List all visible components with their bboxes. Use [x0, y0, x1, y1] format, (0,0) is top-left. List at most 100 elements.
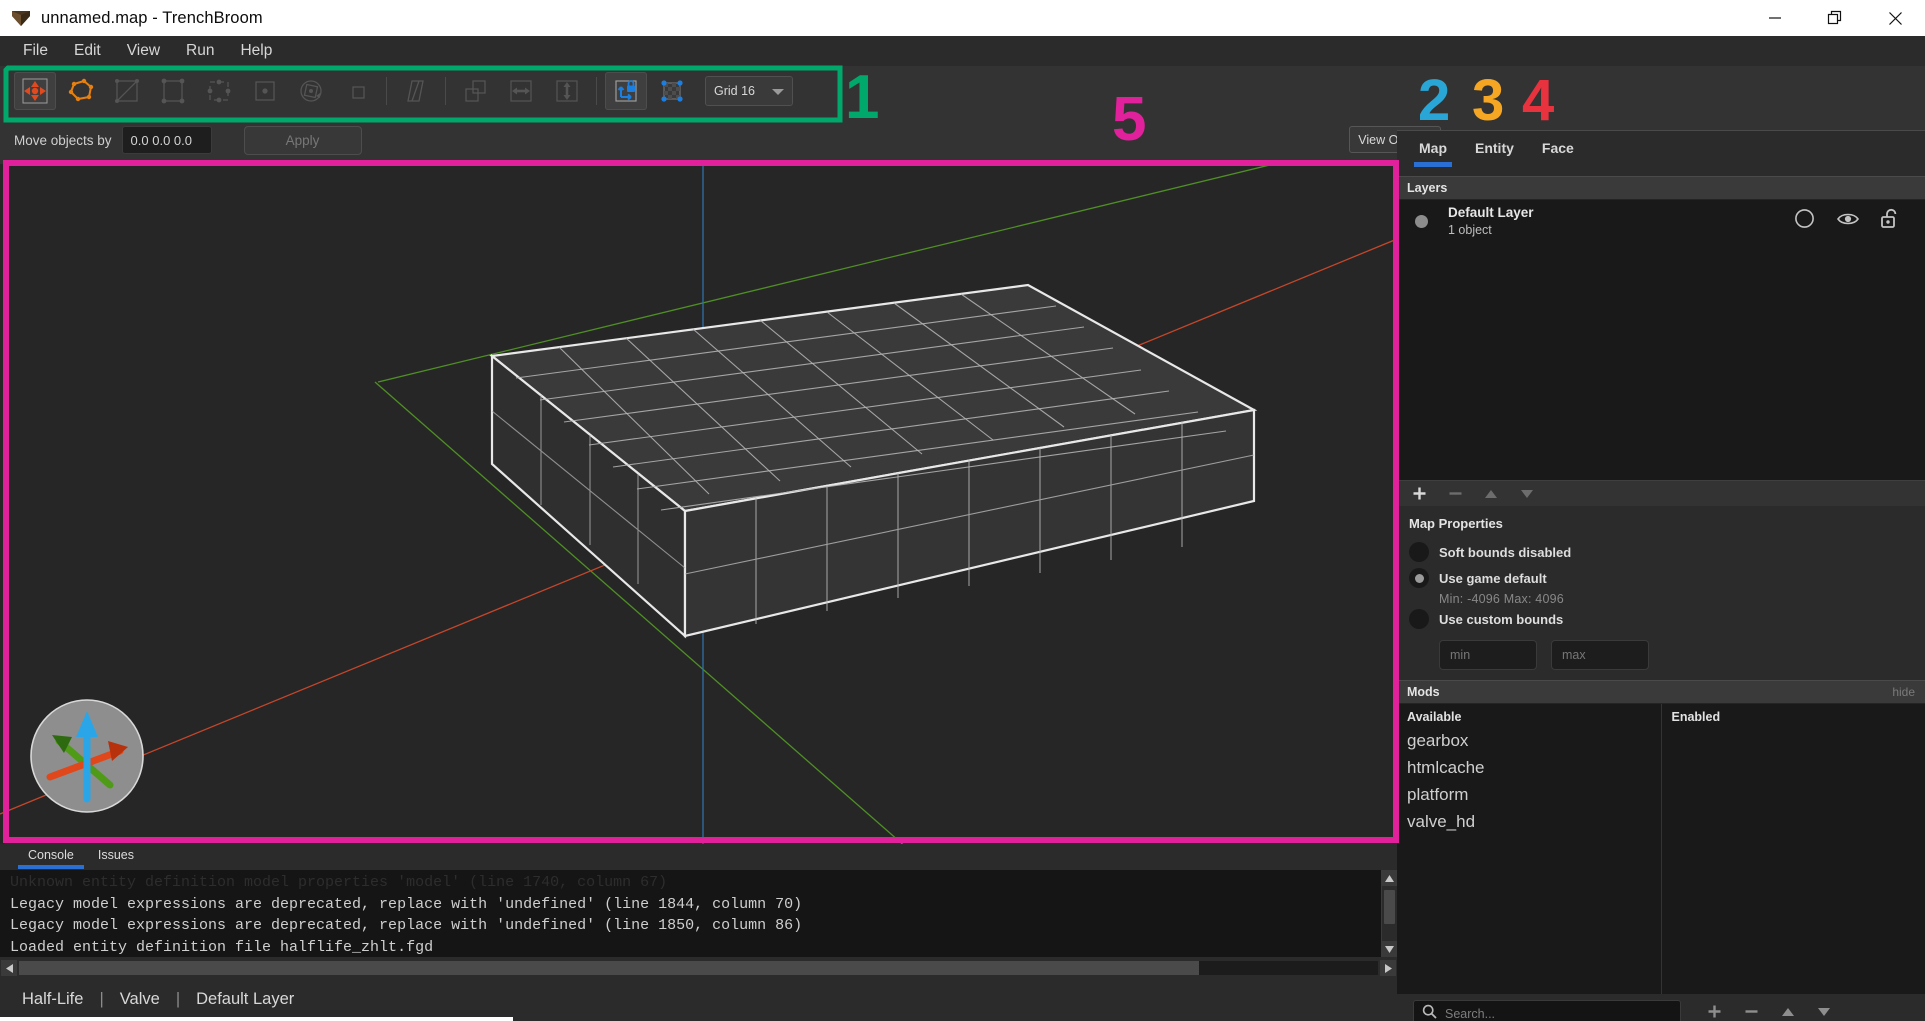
- status-layer: Default Layer: [196, 989, 295, 1008]
- move-objects-label: Move objects by: [14, 132, 112, 148]
- window-title: unnamed.map - TrenchBroom: [41, 8, 263, 27]
- flip-vertical-tool[interactable]: [546, 72, 588, 110]
- tab-entity-label: Entity: [1475, 140, 1514, 156]
- move-up-icon[interactable]: [1483, 486, 1499, 502]
- menu-file[interactable]: File: [10, 39, 61, 63]
- mods-footer: Search...: [1397, 994, 1925, 1021]
- layers-title: Layers: [1407, 181, 1448, 195]
- layers-toolbar: [1397, 480, 1925, 506]
- brush-solid: [489, 283, 1258, 639]
- minimize-icon[interactable]: [1745, 0, 1805, 36]
- move-up-icon[interactable]: [1781, 1005, 1795, 1021]
- toolbar-separator: [386, 77, 387, 105]
- menu-edit[interactable]: Edit: [61, 39, 114, 63]
- tab-issues[interactable]: Issues: [88, 844, 144, 869]
- table-row[interactable]: Default Layer 1 object: [1397, 200, 1925, 242]
- title-bar: unnamed.map - TrenchBroom: [0, 0, 1925, 36]
- scrollbar-thumb[interactable]: [1384, 890, 1395, 924]
- scroll-down-icon[interactable]: [1382, 941, 1397, 957]
- menu-run[interactable]: Run: [173, 39, 227, 63]
- scroll-up-icon[interactable]: [1382, 870, 1397, 886]
- rotate-tool[interactable]: [290, 72, 332, 110]
- layers-list[interactable]: Default Layer 1 object: [1397, 200, 1925, 480]
- tab-entity[interactable]: Entity: [1475, 140, 1514, 167]
- csg-union-tool[interactable]: [454, 72, 496, 110]
- layers-section-header: Layers: [1397, 176, 1925, 200]
- move-down-icon[interactable]: [1519, 486, 1535, 502]
- mods-search-input[interactable]: Search...: [1413, 1000, 1681, 1021]
- console-output[interactable]: Unknown entity definition model properti…: [0, 870, 1397, 957]
- toolbar-separator: [596, 77, 597, 105]
- inspector-panel: Map Entity Face Layers Default Layer 1 o…: [1397, 130, 1925, 1021]
- select-tool[interactable]: [14, 72, 56, 110]
- move-down-icon[interactable]: [1817, 1005, 1831, 1021]
- list-item[interactable]: platform: [1397, 782, 1661, 809]
- face-tool[interactable]: [244, 72, 286, 110]
- plus-icon[interactable]: [1411, 486, 1427, 502]
- mods-enabled-column[interactable]: Enabled: [1662, 704, 1925, 994]
- map-properties-section: Map Properties Soft bounds disabled Use …: [1397, 506, 1925, 680]
- list-item[interactable]: gearbox: [1397, 728, 1661, 755]
- scrollbar-track[interactable]: [19, 961, 1378, 975]
- viewport-canvas: [0, 164, 1397, 844]
- mods-section-header: Mods hide: [1397, 680, 1925, 704]
- visibility-eye-icon[interactable]: [1837, 211, 1859, 232]
- edge-tool[interactable]: [198, 72, 240, 110]
- plus-icon[interactable]: [1707, 1004, 1722, 1021]
- close-icon[interactable]: [1865, 0, 1925, 36]
- clip-tool[interactable]: [106, 72, 148, 110]
- minus-icon[interactable]: [1447, 486, 1463, 502]
- console-tabs: Console Issues: [0, 844, 1397, 870]
- scale-tool[interactable]: [336, 72, 378, 110]
- brush-tool[interactable]: [60, 72, 102, 110]
- radio-use-custom-bounds[interactable]: Use custom bounds: [1397, 606, 1925, 632]
- toolbar-separator: [445, 77, 446, 105]
- maximize-icon[interactable]: [1805, 0, 1865, 36]
- mods-available-column[interactable]: Available gearbox htmlcache platform val…: [1397, 704, 1662, 994]
- mods-search-placeholder: Search...: [1445, 1007, 1496, 1021]
- mods-hide-link[interactable]: hide: [1892, 685, 1915, 699]
- status-format: Valve: [119, 989, 160, 1008]
- radio-soft-bounds-disabled[interactable]: Soft bounds disabled: [1397, 539, 1925, 565]
- mods-lists: Available gearbox htmlcache platform val…: [1397, 704, 1925, 994]
- move-objects-input[interactable]: 0.0 0.0 0.0: [121, 126, 212, 154]
- scroll-right-icon[interactable]: [1380, 960, 1396, 976]
- minus-icon[interactable]: [1744, 1004, 1759, 1021]
- vertex-tool[interactable]: [152, 72, 194, 110]
- radio-use-game-default[interactable]: Use game default: [1397, 565, 1925, 591]
- apply-button[interactable]: Apply: [243, 125, 362, 155]
- scroll-left-icon[interactable]: [1, 960, 17, 976]
- custom-bounds-max-input[interactable]: max: [1551, 640, 1649, 670]
- console-horizontal-scrollbar[interactable]: [0, 959, 1397, 977]
- texture-lock-tool[interactable]: [605, 72, 647, 110]
- omit-from-export-circle-icon[interactable]: [1794, 208, 1815, 234]
- uv-lock-tool[interactable]: [651, 72, 693, 110]
- radio-indicator[interactable]: [1409, 542, 1429, 562]
- layer-object-count: 1 object: [1448, 223, 1492, 237]
- console-panel: Console Issues Unknown entity definition…: [0, 844, 1397, 977]
- custom-bounds-inputs: min max: [1397, 640, 1925, 670]
- lock-open-icon[interactable]: [1881, 208, 1899, 234]
- radio-label: Use custom bounds: [1439, 611, 1564, 627]
- tab-face[interactable]: Face: [1542, 140, 1574, 167]
- scrollbar-thumb[interactable]: [19, 961, 1199, 975]
- layer-active-radio[interactable]: [1415, 214, 1428, 228]
- mods-available-header: Available: [1407, 710, 1462, 724]
- custom-bounds-min-input[interactable]: min: [1439, 640, 1537, 670]
- shear-tool[interactable]: [395, 72, 437, 110]
- tab-map[interactable]: Map: [1414, 140, 1452, 167]
- radio-indicator[interactable]: [1409, 568, 1429, 588]
- grid-size-select[interactable]: Grid 16: [705, 76, 793, 106]
- flip-horizontal-tool[interactable]: [500, 72, 542, 110]
- mods-enabled-header: Enabled: [1671, 710, 1721, 724]
- radio-indicator[interactable]: [1409, 609, 1429, 629]
- tab-active-underline: [1414, 162, 1452, 167]
- menu-view[interactable]: View: [114, 39, 173, 63]
- layer-name: Default Layer: [1448, 205, 1534, 220]
- console-vertical-scrollbar[interactable]: [1381, 870, 1397, 957]
- list-item[interactable]: htmlcache: [1397, 755, 1661, 782]
- list-item[interactable]: valve_hd: [1397, 809, 1661, 836]
- menu-help[interactable]: Help: [227, 39, 285, 63]
- 3d-viewport[interactable]: [0, 164, 1397, 844]
- tab-console[interactable]: Console: [18, 844, 84, 869]
